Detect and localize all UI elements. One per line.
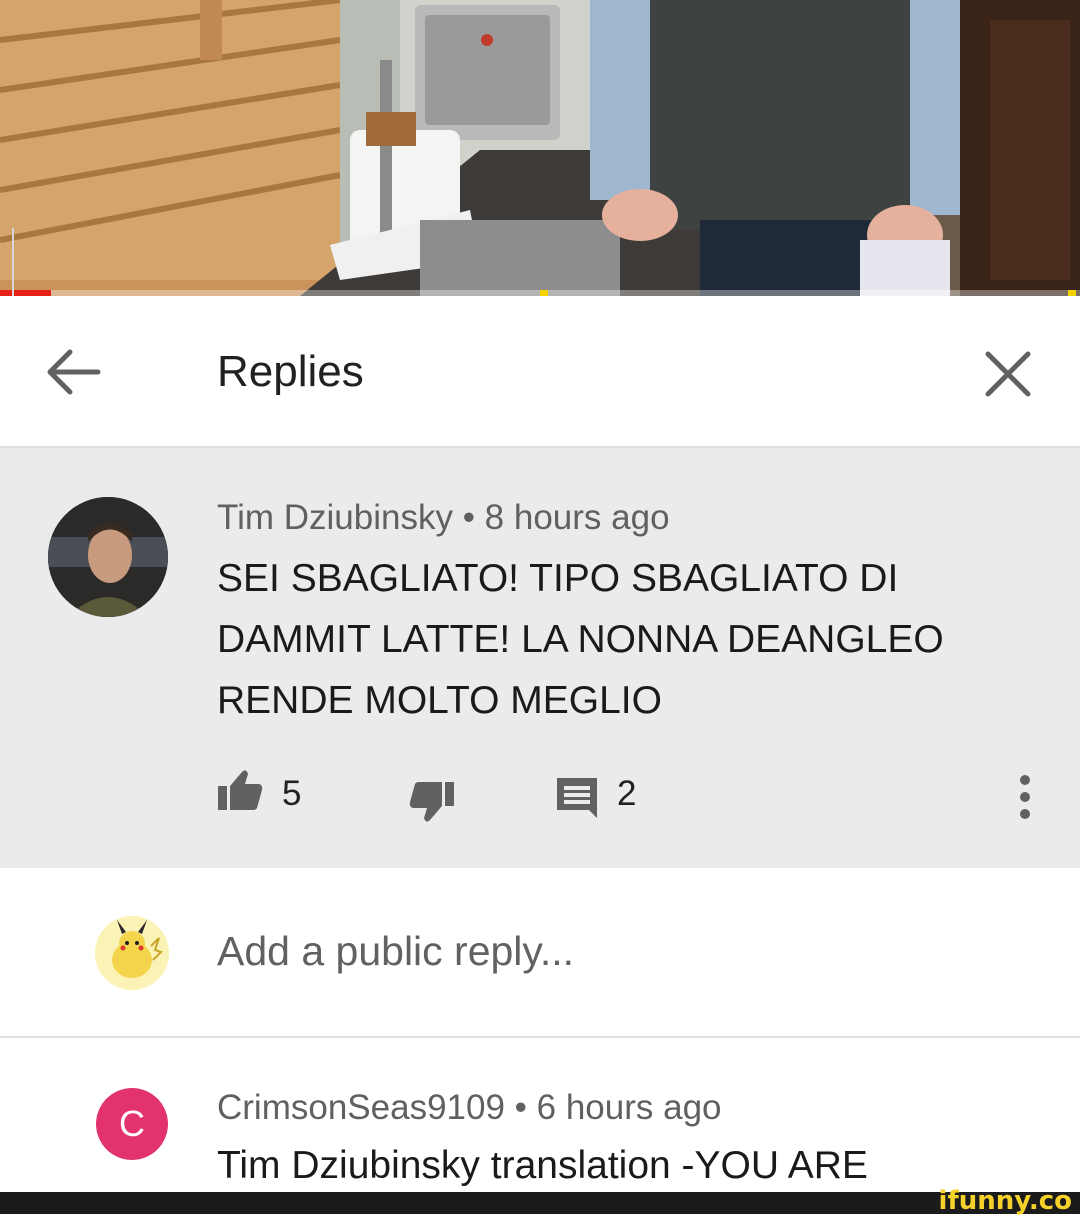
replies-header [0, 296, 1080, 448]
reply-input[interactable] [217, 928, 1017, 975]
avatar[interactable]: C [96, 1088, 168, 1160]
comment-time: 8 hours ago [484, 498, 670, 537]
comment-text: Tim Dziubinsky translation -YOU ARE [217, 1144, 868, 1187]
close-icon[interactable] [982, 348, 1034, 400]
pikachu-icon [95, 916, 169, 990]
footer-bar [0, 1192, 1080, 1214]
watermark-logo: ifunny.co [938, 1186, 1072, 1216]
comment-time: 6 hours ago [536, 1088, 722, 1127]
like-count: 5 [282, 774, 302, 813]
avatar-photo [48, 497, 168, 617]
meta-separator: • [452, 498, 485, 537]
comment-author[interactable]: CrimsonSeas9109 [217, 1088, 505, 1127]
page-title: Replies [217, 347, 364, 396]
avatar[interactable] [48, 497, 168, 617]
arrow-left-icon[interactable] [42, 344, 102, 400]
video-player[interactable] [0, 0, 1080, 296]
avatar [95, 916, 169, 990]
meta-separator: • [504, 1088, 537, 1127]
thumbs-up-icon[interactable] [216, 768, 264, 812]
reply-count: 2 [617, 774, 637, 813]
comment-meta: CrimsonSeas9109 • 6 hours ago [217, 1086, 722, 1130]
thumbs-down-icon[interactable] [408, 780, 456, 824]
reply-icon[interactable] [555, 776, 599, 820]
video-frame [0, 0, 1080, 296]
comment-meta: Tim Dziubinsky • 8 hours ago [217, 496, 670, 540]
comment-author[interactable]: Tim Dziubinsky [217, 498, 453, 537]
more-vert-icon[interactable] [1014, 774, 1036, 820]
comment-text: SEI SBAGLIATO! TIPO SBAGLIATO DI DAMMIT … [217, 557, 944, 722]
